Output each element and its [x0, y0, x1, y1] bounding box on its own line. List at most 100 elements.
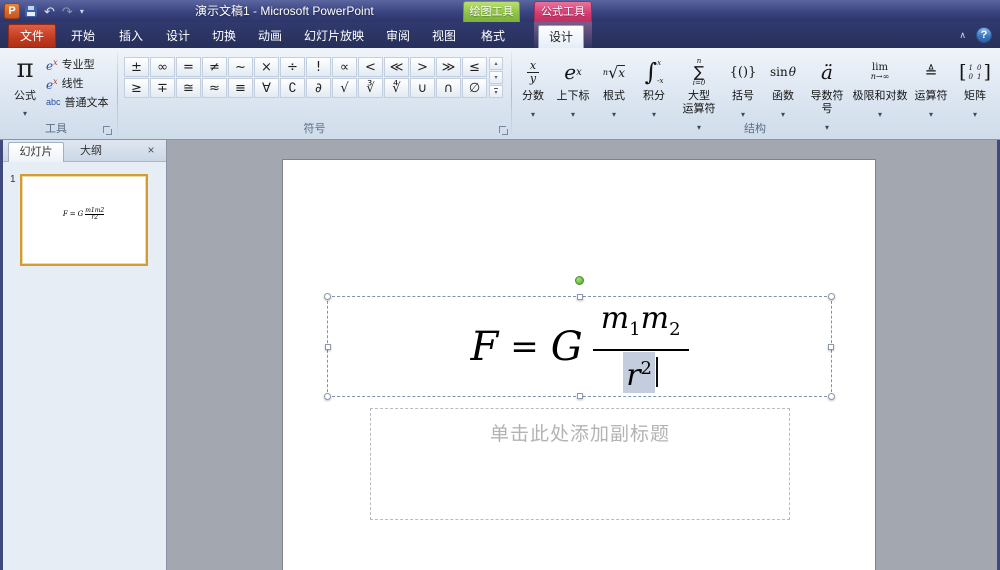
symbol-button[interactable]: ∪ [410, 78, 435, 98]
tab-slideshow[interactable]: 幻灯片放映 [294, 25, 374, 48]
symbol-button[interactable]: ∁ [280, 78, 305, 98]
symbol-button[interactable]: ∅ [462, 78, 487, 98]
symbols-scroll-down-icon[interactable] [489, 71, 503, 84]
text-cursor [656, 357, 658, 387]
selected-text: r2 [623, 351, 655, 393]
structure-label: 矩阵 [964, 90, 986, 102]
save-icon[interactable] [25, 5, 37, 17]
structure-label: 括号 [732, 90, 754, 102]
symbol-button[interactable]: ≡ [228, 78, 253, 98]
symbol-button[interactable]: ∜ [384, 78, 409, 98]
tools-group-label: 工具 [45, 123, 67, 135]
tools-dialog-launcher-icon[interactable] [102, 125, 112, 135]
structure-radical-button[interactable]: n √ x 根式 [596, 54, 632, 122]
symbol-button[interactable]: ∓ [150, 78, 175, 98]
equation-button-label: 公式 [14, 90, 36, 102]
thumbnail-equation: F = G m1m2 r2 [62, 206, 105, 221]
bracket-icon: {()} [729, 64, 757, 80]
tab-file[interactable]: 文件 [8, 24, 56, 48]
slide-canvas[interactable]: F = G m1m2 r2 单击此处添加副标题 [283, 160, 875, 570]
operator-icon: ≜ [924, 63, 938, 81]
rotation-handle[interactable] [574, 276, 584, 285]
linear-button[interactable]: ex 线性 [46, 74, 116, 92]
professional-button[interactable]: ex 专业型 [46, 55, 116, 73]
structure-matrix-button[interactable]: [1 0 0 1] 矩阵 [954, 54, 996, 122]
normal-text-label: 普通文本 [64, 97, 109, 109]
symbol-button[interactable]: ∂ [306, 78, 331, 98]
tab-insert[interactable]: 插入 [108, 25, 154, 48]
structures-group-label: 结构 [744, 123, 766, 135]
symbols-scroll-strip [489, 57, 503, 98]
structure-bracket-button[interactable]: {()} 括号 [726, 54, 760, 122]
structure-operator-button[interactable]: ≜ 运算符 [912, 54, 950, 122]
symbols-scroll-up-icon[interactable] [489, 57, 503, 70]
title-bar: P ↶ ↷ ▾ 演示文稿1 - Microsoft PowerPoint 绘图工… [0, 0, 1000, 22]
tab-format[interactable]: 格式 [470, 25, 516, 48]
equation-textbox[interactable]: F = G m1m2 r2 [324, 276, 835, 400]
tab-review[interactable]: 审阅 [376, 25, 420, 48]
symbol-button[interactable]: ≈ [202, 78, 227, 98]
structure-function-button[interactable]: sin θ 函数 [764, 54, 802, 122]
symbol-button[interactable]: > [410, 57, 435, 77]
structure-fraction-button[interactable]: xy 分数 [516, 54, 550, 122]
tab-home[interactable]: 开始 [60, 25, 106, 48]
normal-text-button[interactable]: abc 普通文本 [46, 93, 116, 111]
tab-transitions[interactable]: 切换 [202, 25, 246, 48]
equation-text[interactable]: F = G m1m2 r2 [328, 297, 831, 396]
tab-outline[interactable]: 大纲 [66, 142, 116, 162]
minimize-ribbon-icon[interactable]: ∧ [959, 30, 966, 41]
symbol-button[interactable]: ÷ [280, 57, 305, 77]
ribbon: π 公式 ex 专业型 ex 线性 abc 普通文本 工具 ± ∞ = ≠ ~ … [0, 48, 1000, 140]
close-panel-icon[interactable]: × [144, 144, 158, 158]
symbol-button[interactable]: ≫ [436, 57, 461, 77]
powerpoint-app-icon[interactable]: P [4, 3, 20, 19]
tab-design[interactable]: 设计 [156, 25, 200, 48]
contextual-group-equation-tools: 公式工具 [534, 1, 592, 22]
symbol-button[interactable]: ∛ [358, 78, 383, 98]
symbol-button[interactable]: ∞ [150, 57, 175, 77]
tab-animations[interactable]: 动画 [248, 25, 292, 48]
symbol-button[interactable]: ∝ [332, 57, 357, 77]
quick-access-toolbar: ↶ ↷ ▾ [25, 5, 84, 18]
tab-slides[interactable]: 幻灯片 [8, 142, 64, 162]
symbols-dialog-launcher-icon[interactable] [498, 125, 508, 135]
slides-panel: 幻灯片 大纲 × 1 F = G m1m2 r2 [3, 140, 167, 570]
symbol-button[interactable]: ∩ [436, 78, 461, 98]
slide-thumbnail-row: 1 F = G m1m2 r2 [3, 174, 166, 266]
linear-icon: ex [46, 76, 58, 92]
equation-button[interactable]: π 公式 [6, 53, 44, 119]
equation-F: F [470, 323, 499, 370]
tab-equation-design[interactable]: 设计 [538, 25, 584, 48]
symbol-button[interactable]: ! [306, 57, 331, 77]
symbol-button[interactable]: ≥ [124, 78, 149, 98]
structure-script-button[interactable]: ex 上下标 [554, 54, 592, 122]
symbol-button[interactable]: ≤ [462, 57, 487, 77]
symbol-button[interactable]: ± [124, 57, 149, 77]
structure-limit-log-button[interactable]: lim n→∞ 极限和对数 [852, 54, 908, 122]
symbol-button[interactable]: ∀ [254, 78, 279, 98]
script-icon: ex [564, 60, 582, 84]
undo-icon[interactable]: ↶ [44, 5, 55, 18]
subtitle-placeholder[interactable]: 单击此处添加副标题 [370, 408, 790, 520]
window-title: 演示文稿1 - Microsoft PowerPoint [195, 4, 374, 18]
equation-fraction: m1m2 r2 [592, 301, 689, 393]
slide-thumbnail[interactable]: F = G m1m2 r2 [19, 174, 148, 266]
dropdown-icon [23, 103, 27, 121]
structure-integral-button[interactable]: ∫ x -x 积分 [636, 54, 672, 122]
symbol-button[interactable]: √ [332, 78, 357, 98]
symbol-button[interactable]: = [176, 57, 201, 77]
redo-icon[interactable]: ↷ [62, 5, 73, 18]
symbol-button[interactable]: ~ [228, 57, 253, 77]
accent-icon: ä [821, 60, 833, 84]
symbol-button[interactable]: ≠ [202, 57, 227, 77]
limit-icon: lim n→∞ [870, 62, 890, 81]
symbol-button[interactable]: ≪ [384, 57, 409, 77]
tab-view[interactable]: 视图 [422, 25, 466, 48]
customize-qat-dropdown-icon[interactable]: ▾ [80, 7, 84, 16]
symbol-button[interactable]: × [254, 57, 279, 77]
symbol-button[interactable]: ≅ [176, 78, 201, 98]
help-button[interactable]: ? [976, 27, 992, 43]
symbols-more-icon[interactable] [489, 85, 503, 98]
symbol-button[interactable]: < [358, 57, 383, 77]
slide-number: 1 [10, 174, 16, 185]
